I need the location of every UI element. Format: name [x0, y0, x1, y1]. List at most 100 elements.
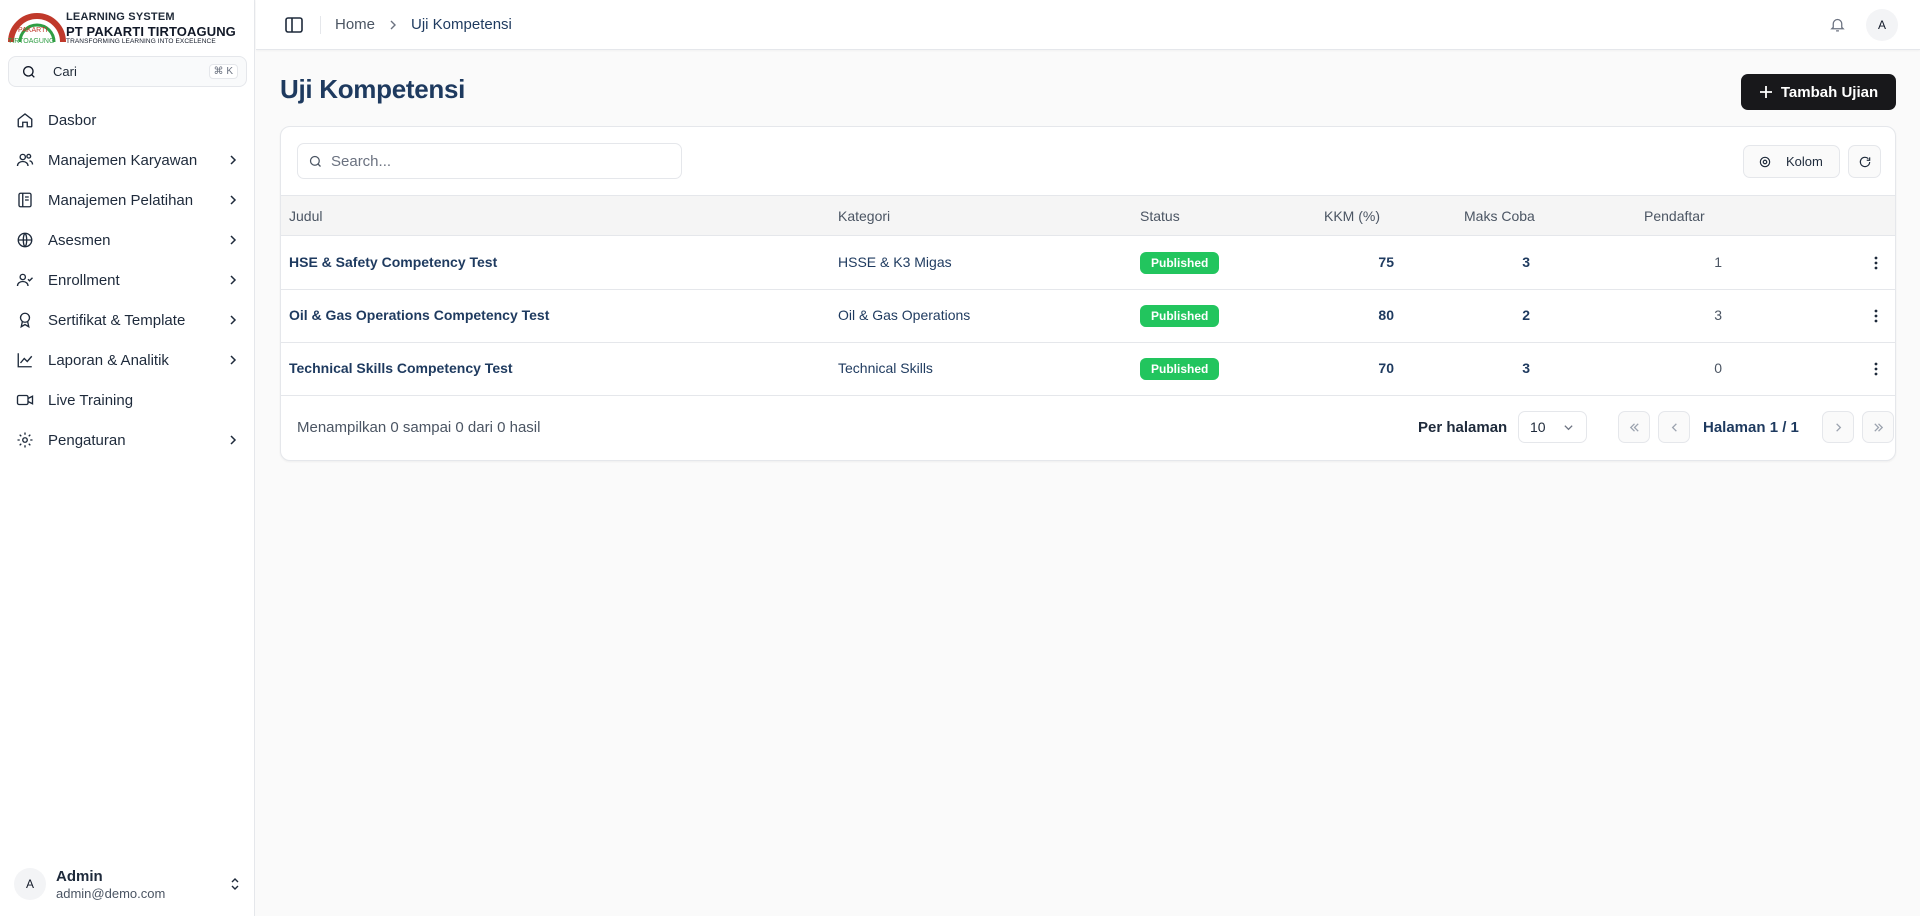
column-header-kkm[interactable]: KKM (%)	[1324, 208, 1380, 224]
status-badge: Published	[1140, 358, 1220, 380]
brand-line1: LEARNING SYSTEM	[66, 11, 175, 23]
sidebar-item-label: Dasbor	[48, 111, 97, 129]
table-row[interactable]: Oil & Gas Operations Competency Test Oil…	[281, 290, 1895, 343]
sidebar-item-dasbor[interactable]: Dasbor	[8, 100, 247, 140]
top-header: Home Uji Kompetensi A	[256, 0, 1920, 50]
book-icon	[18, 192, 32, 208]
chevron-right-icon	[230, 435, 237, 445]
sidebar-item-label: Laporan & Analitik	[48, 351, 169, 369]
add-exam-label: Tambah Ujian	[1780, 83, 1879, 101]
sidebar-item-enrollment[interactable]: Enrollment	[8, 260, 247, 300]
eye-settings-icon	[1759, 156, 1771, 167]
more-vertical-icon[interactable]	[1868, 308, 1884, 324]
chevron-right-icon	[230, 155, 237, 165]
logo-pakarti-text: PAKARTI	[18, 27, 48, 34]
search-shortcut-badge: ⌘ K	[208, 64, 238, 79]
brand-logo[interactable]: PAKARTI TIRTOAGUNG LEARNING SYSTEM PT PA…	[8, 8, 248, 50]
avatar[interactable]: A	[1866, 9, 1898, 41]
status-badge: Published	[1140, 305, 1220, 327]
chart-line-icon	[17, 353, 33, 368]
bell-icon[interactable]	[1829, 16, 1846, 33]
exam-kkm: 80	[1378, 307, 1394, 323]
refresh-button[interactable]	[1848, 145, 1881, 178]
per-page-select[interactable]: 10	[1518, 411, 1587, 443]
column-header-pendaftar[interactable]: Pendaftar	[1644, 208, 1705, 224]
sidebar-item-sertifikat-template[interactable]: Sertifikat & Template	[8, 300, 247, 340]
table-row[interactable]: Technical Skills Competency Test Technic…	[281, 343, 1895, 396]
header-divider	[320, 15, 321, 34]
sidebar-item-label: Sertifikat & Template	[48, 311, 186, 329]
page-title: Uji Kompetensi	[280, 74, 466, 104]
search-icon	[309, 155, 321, 167]
sidebar-toggle-icon[interactable]	[284, 15, 304, 35]
first-page-button[interactable]	[1618, 411, 1650, 443]
sidebar-item-label: Pengaturan	[48, 431, 126, 449]
status-badge: Published	[1140, 252, 1220, 274]
sidebar-item-live-training[interactable]: Live Training	[8, 380, 247, 420]
user-menu[interactable]: A Admin admin@demo.com	[14, 864, 242, 904]
exam-category: HSSE & K3 Migas	[838, 254, 952, 270]
exam-category: Oil & Gas Operations	[838, 307, 971, 323]
award-icon	[19, 312, 31, 329]
sidebar-item-asesmen[interactable]: Asesmen	[8, 220, 247, 260]
chevron-right-icon	[230, 355, 237, 365]
search-icon	[23, 65, 35, 78]
video-icon	[16, 394, 34, 406]
table-search-input[interactable]	[331, 152, 671, 170]
user-name: Admin	[56, 867, 103, 885]
chevron-left-icon	[1671, 422, 1677, 432]
per-page-label: Per halaman	[1418, 419, 1508, 436]
sidebar-item-manajemen-karyawan[interactable]: Manajemen Karyawan	[8, 140, 247, 180]
brand-tagline: TRANSFORMING LEARNING INTO EXCELENCE	[66, 38, 216, 45]
table-row[interactable]: HSE & Safety Competency Test HSSE & K3 M…	[281, 237, 1895, 290]
per-page-value: 10	[1530, 419, 1546, 435]
more-vertical-icon[interactable]	[1868, 255, 1884, 271]
chevron-right-icon	[230, 195, 237, 205]
chevron-down-icon	[1564, 425, 1573, 431]
chevron-right-icon	[230, 235, 237, 245]
columns-button[interactable]: Kolom	[1743, 145, 1840, 178]
column-header-judul[interactable]: Judul	[289, 208, 322, 224]
exam-registrants: 3	[1714, 307, 1722, 323]
last-page-button[interactable]	[1862, 411, 1894, 443]
sidebar-item-manajemen-pelatihan[interactable]: Manajemen Pelatihan	[8, 180, 247, 220]
table-header: Judul Kategori Status KKM (%) Maks Coba …	[281, 195, 1895, 236]
sidebar-item-label: Live Training	[48, 391, 134, 409]
exam-title[interactable]: HSE & Safety Competency Test	[289, 254, 497, 270]
columns-button-label: Kolom	[1786, 154, 1823, 169]
plus-icon	[1759, 86, 1772, 98]
exam-title[interactable]: Oil & Gas Operations Competency Test	[289, 307, 549, 323]
sidebar-item-label: Manajemen Pelatihan	[48, 191, 194, 209]
avatar: A	[14, 868, 46, 900]
exam-max-attempts: 2	[1522, 307, 1530, 323]
sidebar-search[interactable]: Cari ⌘ K	[8, 56, 247, 87]
next-page-button[interactable]	[1822, 411, 1854, 443]
chevrons-right-icon	[1873, 422, 1883, 432]
chevron-right-icon	[230, 315, 237, 325]
exam-table-card: Kolom Judul Kategori Status KKM (%) Maks…	[280, 126, 1896, 461]
column-header-status[interactable]: Status	[1140, 208, 1180, 224]
user-check-icon	[16, 273, 33, 287]
home-icon	[17, 113, 33, 128]
sidebar-item-pengaturan[interactable]: Pengaturan	[8, 420, 247, 460]
add-exam-button[interactable]: Tambah Ujian	[1741, 74, 1896, 110]
column-header-maks-coba[interactable]: Maks Coba	[1464, 208, 1535, 224]
table-search[interactable]	[297, 143, 682, 179]
chevrons-left-icon	[1629, 422, 1639, 432]
breadcrumb-current: Uji Kompetensi	[411, 16, 512, 33]
sidebar-item-label: Asesmen	[48, 231, 111, 249]
exam-max-attempts: 3	[1522, 254, 1530, 270]
column-header-kategori[interactable]: Kategori	[838, 208, 890, 224]
more-vertical-icon[interactable]	[1868, 361, 1884, 377]
chevron-right-icon	[230, 275, 237, 285]
chevron-right-icon	[390, 20, 397, 29]
breadcrumb-home[interactable]: Home	[335, 16, 375, 33]
exam-title[interactable]: Technical Skills Competency Test	[289, 360, 513, 376]
prev-page-button[interactable]	[1658, 411, 1690, 443]
user-email: admin@demo.com	[56, 885, 166, 901]
users-icon	[16, 153, 34, 167]
sidebar-item-laporan-analitik[interactable]: Laporan & Analitik	[8, 340, 247, 380]
exam-kkm: 75	[1378, 254, 1394, 270]
sidebar-search-placeholder: Cari	[53, 64, 77, 79]
globe-icon	[17, 232, 33, 248]
